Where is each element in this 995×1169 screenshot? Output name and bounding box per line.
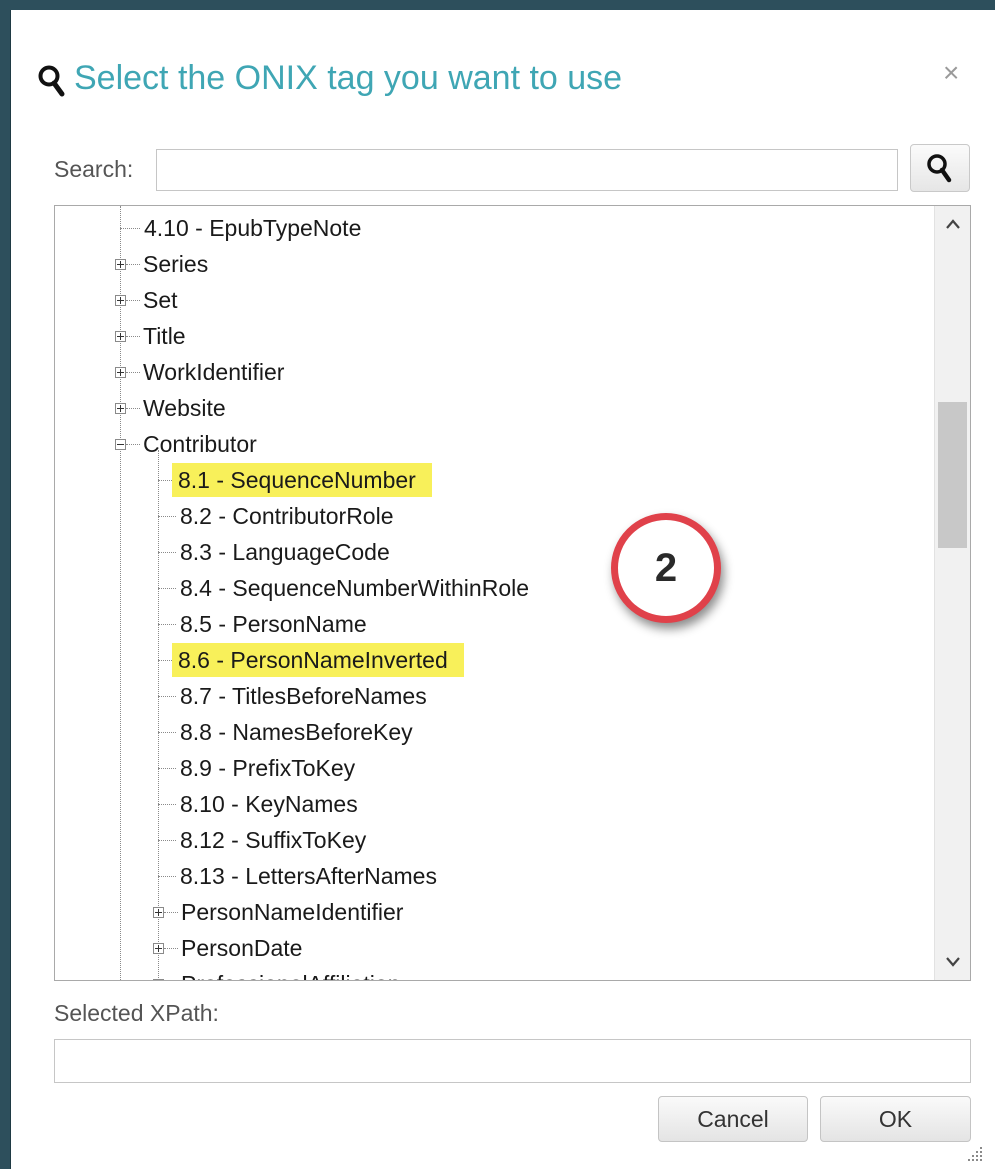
tree-item-label: 8.6 - PersonNameInverted <box>172 643 464 677</box>
tree-item-workidentifier[interactable]: WorkIdentifier <box>112 355 284 389</box>
tree-item-label: 8.4 - SequenceNumberWithinRole <box>180 575 530 601</box>
chevron-up-icon <box>946 219 960 229</box>
tree-item-namesbeforekey[interactable]: 8.8 - NamesBeforeKey <box>158 715 413 749</box>
tree-item-contributor[interactable]: Contributor <box>112 427 257 461</box>
tree-item-label: 8.10 - KeyNames <box>180 791 358 817</box>
xpath-label: Selected XPath: <box>54 1000 219 1026</box>
tree-item-personnameinverted[interactable]: 8.6 - PersonNameInverted <box>158 643 464 677</box>
tree-item-title[interactable]: Title <box>112 319 186 353</box>
tree-item-languagecode[interactable]: 8.3 - LanguageCode <box>158 535 390 569</box>
expand-icon[interactable] <box>153 943 164 954</box>
tree-item-contributorrole[interactable]: 8.2 - ContributorRole <box>158 499 394 533</box>
magnifier-icon <box>38 65 65 97</box>
tree-item-sequencenumberwithinrole[interactable]: 8.4 - SequenceNumberWithinRole <box>158 571 529 605</box>
tree-item-label: Website <box>143 395 226 421</box>
tree-item-label: 8.1 - SequenceNumber <box>172 463 432 497</box>
tree-item-website[interactable]: Website <box>112 391 226 425</box>
collapse-icon[interactable] <box>115 439 126 450</box>
expand-icon[interactable] <box>115 259 126 270</box>
tree-item-label: PersonDate <box>181 935 303 961</box>
scroll-thumb[interactable] <box>938 402 967 548</box>
tree-item-label: 8.9 - PrefixToKey <box>180 755 356 781</box>
ok-button[interactable]: OK <box>820 1096 971 1142</box>
onix-tag-dialog: Select the ONIX tag you want to use × Se… <box>10 10 995 1169</box>
search-input[interactable] <box>156 149 898 191</box>
tree-item-label: Set <box>143 287 178 313</box>
tree-item-epubtypenote[interactable]: 4.10 - EpubTypeNote <box>120 211 361 245</box>
resize-grip-icon[interactable] <box>966 1143 986 1163</box>
onix-tag-tree[interactable]: 4.10 - EpubTypeNote Series Set Title Wor… <box>54 205 971 981</box>
tree-item-label: 4.10 - EpubTypeNote <box>144 215 362 241</box>
tree-item-label: 8.5 - PersonName <box>180 611 367 637</box>
expand-icon[interactable] <box>153 907 164 918</box>
tree-item-personnameidentifier[interactable]: PersonNameIdentifier <box>150 895 403 929</box>
tree-item-set[interactable]: Set <box>112 283 178 317</box>
tree-item-professionalaffiliation[interactable]: ProfessionalAffiliation <box>150 967 400 980</box>
tree-item-label: 8.8 - NamesBeforeKey <box>180 719 413 745</box>
dialog-title: Select the ONIX tag you want to use <box>74 59 623 97</box>
tree-item-suffixtokey[interactable]: 8.12 - SuffixToKey <box>158 823 366 857</box>
scroll-down-button[interactable] <box>935 948 970 978</box>
tree-item-series[interactable]: Series <box>112 247 208 281</box>
tree-item-prefixtokey[interactable]: 8.9 - PrefixToKey <box>158 751 355 785</box>
tree-item-sequencenumber[interactable]: 8.1 - SequenceNumber <box>158 463 432 497</box>
tree-item-personname[interactable]: 8.5 - PersonName <box>158 607 367 641</box>
tree-item-label: 8.12 - SuffixToKey <box>180 827 367 853</box>
search-label: Search: <box>54 156 134 182</box>
cancel-button[interactable]: Cancel <box>658 1096 808 1142</box>
tree-item-label: Contributor <box>143 431 257 457</box>
tree-item-label: ProfessionalAffiliation <box>177 971 404 980</box>
expand-icon[interactable] <box>153 979 164 980</box>
xpath-input[interactable] <box>54 1039 971 1083</box>
tree-item-label: 8.13 - LettersAfterNames <box>180 863 437 889</box>
tree-item-keynames[interactable]: 8.10 - KeyNames <box>158 787 358 821</box>
tree-item-label: WorkIdentifier <box>143 359 285 385</box>
tree-item-label: 8.3 - LanguageCode <box>180 539 390 565</box>
chevron-down-icon <box>946 957 960 967</box>
tree-item-lettersafternames[interactable]: 8.13 - LettersAfterNames <box>158 859 437 893</box>
tree-item-label: 8.7 - TitlesBeforeNames <box>180 683 427 709</box>
tree-item-persondate[interactable]: PersonDate <box>150 931 302 965</box>
tree-scrollbar[interactable] <box>934 206 970 980</box>
expand-icon[interactable] <box>115 403 126 414</box>
tree-item-label: PersonNameIdentifier <box>181 899 404 925</box>
tree-viewport: 4.10 - EpubTypeNote Series Set Title Wor… <box>55 206 933 980</box>
expand-icon[interactable] <box>115 331 126 342</box>
tree-item-label: Series <box>143 251 209 277</box>
step-number-badge: 2 <box>611 513 721 623</box>
expand-icon[interactable] <box>115 367 126 378</box>
tree-item-titlesbeforenames[interactable]: 8.7 - TitlesBeforeNames <box>158 679 427 713</box>
tree-item-label: Title <box>143 323 186 349</box>
tree-item-label: 8.2 - ContributorRole <box>180 503 394 529</box>
close-icon[interactable]: × <box>943 58 959 88</box>
dialog-header: Select the ONIX tag you want to use <box>37 50 995 110</box>
search-button[interactable] <box>910 144 970 192</box>
search-icon <box>927 154 952 183</box>
scroll-up-button[interactable] <box>935 208 970 238</box>
expand-icon[interactable] <box>115 295 126 306</box>
